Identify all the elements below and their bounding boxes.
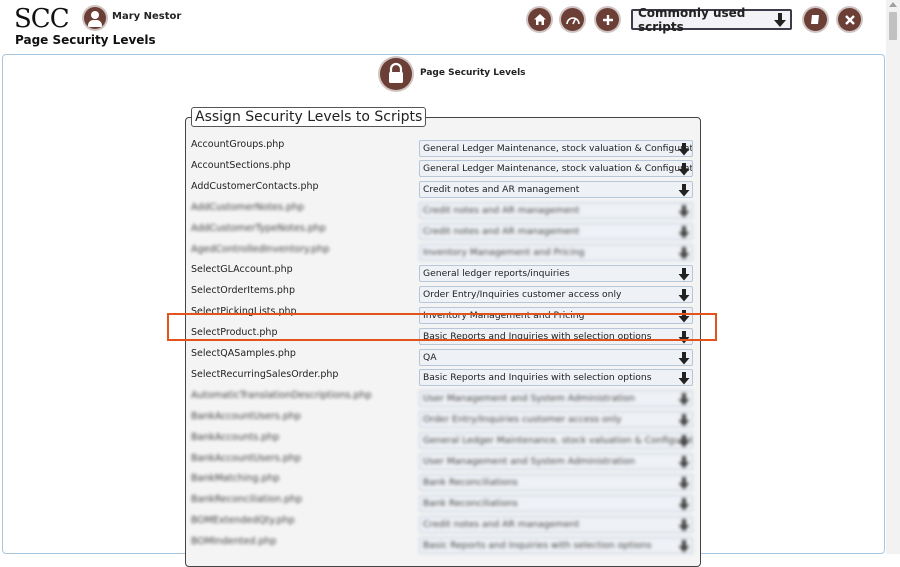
script-name: AutomaticTranslationDescriptions.php [191,389,372,401]
security-level-select[interactable]: General Ledger Maintenance, stock valuat… [419,160,693,178]
security-level-value: QA [423,351,437,363]
dashboard-icon[interactable] [561,8,584,31]
security-level-value: Inventory Management and Pricing [423,247,585,258]
fieldset-legend: Assign Security Levels to Scripts [191,107,427,127]
script-name: BankMatching.php [191,473,280,485]
security-level-value: Bank Reconciliations [423,476,518,488]
security-level-value: User Management and System Administratio… [423,393,635,405]
security-level-select[interactable]: Inventory Management and Pricing [419,244,693,261]
script-name: BankReconciliation.php [191,494,303,506]
security-level-select[interactable]: Credit notes and AR management [419,181,693,199]
script-name: BankAccountUsers.php [191,410,301,422]
security-level-value: User Management and System Administratio… [423,456,635,467]
security-level-value: General Ledger Maintenance, stock valuat… [423,163,693,175]
home-icon[interactable] [528,8,551,31]
arrow-down-icon [678,456,690,469]
script-name: BOMExtendedQty.php [191,515,295,527]
script-name: AddCustomerTypeNotes.php [191,222,326,234]
section-title: Page Security Levels [420,68,526,78]
user-name[interactable]: Mary Nestor [112,11,181,22]
arrow-down-icon [678,435,690,448]
user-avatar-icon[interactable] [84,7,106,29]
security-level-select[interactable]: QA [419,348,693,366]
arrow-down-icon [678,226,690,239]
arrow-down-icon [678,163,690,176]
security-level-value: Credit notes and AR management [423,205,580,217]
security-level-value: Bank Reconciliations [423,497,518,509]
vertical-scrollbar[interactable] [886,0,900,554]
script-name: AddCustomerNotes.php [191,201,305,213]
security-level-value: Order Entry/Inquiries customer access on… [423,288,622,300]
security-level-select[interactable]: Inventory Management and Pricing [419,306,693,324]
security-level-value: General ledger reports/inquiries [423,267,570,279]
script-name: SelectOrderItems.php [191,285,295,297]
arrow-down-icon [678,414,690,427]
security-level-select[interactable]: Bank Reconciliations [419,494,693,512]
security-level-select[interactable]: General ledger reports/inquiries [419,264,693,282]
arrow-down-icon [678,497,690,511]
arrow-down-icon [678,288,690,302]
script-name: AccountGroups.php [191,139,285,150]
security-level-select[interactable]: Credit notes and AR management [419,202,693,220]
scroll-thumb[interactable] [889,12,897,40]
script-name: AddCustomerContacts.php [191,180,319,192]
script-name: AccountSections.php [191,159,291,171]
arrow-down-icon [774,13,786,27]
script-name: BankAccountUsers.php [191,452,301,464]
security-level-value: Order Entry/Inquiries customer access on… [423,414,622,426]
security-level-select[interactable]: General Ledger Maintenance, stock valuat… [419,432,693,450]
script-name: SelectPickingLists.php [191,306,297,318]
arrow-down-icon [678,518,690,532]
script-name: SelectQASamples.php [191,348,296,359]
script-name: SelectProduct.php [191,327,278,339]
script-name: SelectRecurringSalesOrder.php [191,368,339,380]
commonly-used-scripts-select[interactable]: Commonly used scripts [631,6,792,34]
script-name: BOMIndented.php [191,536,277,548]
arrow-down-icon [678,372,690,385]
security-level-value: Credit notes and AR management [423,184,580,196]
company-logo[interactable]: SCC [14,4,70,34]
plus-icon[interactable] [596,8,619,31]
arrow-down-icon [678,393,690,406]
arrow-down-icon [678,267,690,281]
script-name: SelectGLAccount.php [191,264,293,276]
security-level-select[interactable]: Order Entry/Inquiries customer access on… [419,411,693,429]
arrow-down-icon [678,539,690,553]
page-heading: Page Security Levels [15,33,156,47]
arrow-down-icon [678,351,690,364]
arrow-down-icon [678,247,690,260]
arrow-down-icon [678,205,690,218]
top-bar: SCC Mary Nestor Page Security Levels Com… [0,0,886,54]
security-level-select[interactable]: Bank Reconciliations [419,473,693,491]
security-level-select[interactable]: Basic Reports and Inquiries with selecti… [419,369,693,387]
security-level-select[interactable]: Order Entry/Inquiries customer access on… [419,285,693,303]
arrow-down-icon [678,142,690,155]
arrow-down-icon [678,309,690,323]
manual-icon[interactable] [804,8,827,31]
security-level-value: General Ledger Maintenance, stock valuat… [423,142,693,154]
security-level-value: Inventory Management and Pricing [423,309,585,321]
arrow-down-icon [678,330,690,344]
security-level-select[interactable]: General Ledger Maintenance, stock valuat… [419,139,693,157]
security-level-value: Basic Reports and Inquiries with selecti… [423,372,652,384]
lock-icon [380,58,412,90]
security-level-select[interactable]: User Management and System Administratio… [419,453,693,470]
security-level-select[interactable]: User Management and System Administratio… [419,390,693,408]
script-name: AgedControlledInventory.php [191,243,330,255]
security-level-select[interactable]: Basic Reports and Inquiries with selecti… [419,536,693,554]
security-level-value: Credit notes and AR management [423,518,580,530]
arrow-down-icon [678,476,690,490]
security-level-select[interactable]: Basic Reports and Inquiries with selecti… [419,327,693,345]
script-name: BankAccounts.php [191,431,280,443]
scroll-up-arrow-icon[interactable] [889,2,897,7]
close-icon[interactable] [838,8,861,31]
security-level-select[interactable]: Credit notes and AR management [419,223,693,241]
security-level-value: Credit notes and AR management [423,226,580,238]
scripts-select-label: Commonly used scripts [638,5,746,34]
security-level-select[interactable]: Credit notes and AR management [419,515,693,533]
security-level-value: Basic Reports and Inquiries with selecti… [423,539,652,551]
security-level-value: Basic Reports and Inquiries with selecti… [423,330,652,342]
security-level-value: General Ledger Maintenance, stock valuat… [423,435,693,447]
arrow-down-icon [678,184,690,197]
